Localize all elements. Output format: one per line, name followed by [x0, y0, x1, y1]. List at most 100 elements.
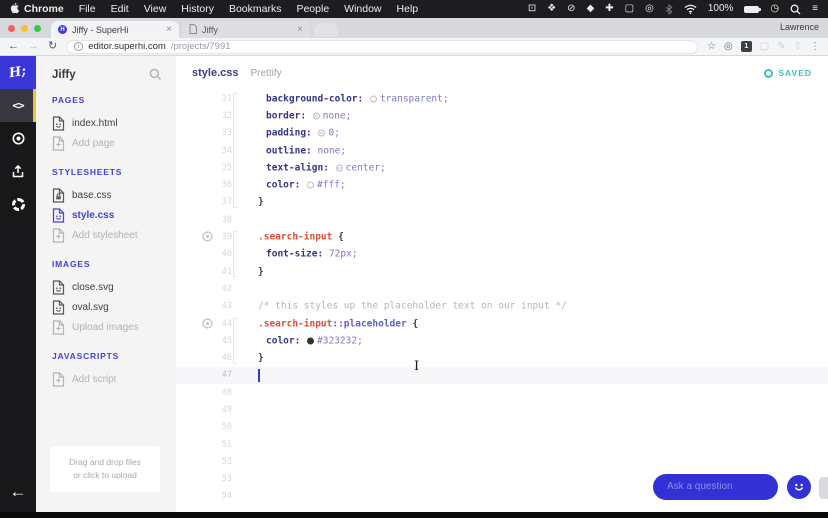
page-info-icon[interactable]: i: [74, 42, 84, 51]
widget-edge-tab[interactable]: [819, 477, 828, 499]
code-line[interactable]: 45 color: #323232;: [176, 332, 828, 349]
code-icon: <>: [12, 99, 24, 112]
code-line[interactable]: 48: [176, 384, 828, 401]
menu-dots-icon[interactable]: ⋮: [810, 41, 820, 52]
preview-button[interactable]: [0, 122, 36, 155]
display-icon[interactable]: ⊡: [528, 4, 536, 14]
code-line[interactable]: 51: [176, 436, 828, 453]
file-dropzone[interactable]: Drag and drop files or click to upload: [50, 446, 160, 492]
tab-title: Jiffy - SuperHi: [72, 24, 129, 35]
forward-icon[interactable]: →: [28, 41, 39, 52]
bluetooth-icon[interactable]: [665, 3, 673, 15]
new-tab-button[interactable]: [314, 23, 338, 37]
password-manager-icon[interactable]: 1: [740, 41, 752, 52]
reload-icon[interactable]: ↻: [48, 41, 57, 52]
code-line[interactable]: 40 font-size: 72px;: [176, 246, 828, 263]
extension-badge-icon[interactable]: ◎: [724, 41, 733, 52]
file-label: Upload images: [72, 321, 139, 333]
code-line-text: color: #fff;: [266, 179, 346, 191]
health-icon[interactable]: ✚: [605, 4, 613, 14]
menu-item-history[interactable]: History: [181, 3, 214, 15]
code-line[interactable]: 43 /* this styles up the placeholder text…: [176, 298, 828, 315]
open-file-tab[interactable]: style.css: [192, 67, 238, 79]
menu-item-chrome[interactable]: Chrome: [24, 3, 64, 15]
droplet-icon[interactable]: ◆: [587, 4, 595, 14]
code-line[interactable]: 41}: [176, 263, 828, 280]
upload-icon: [12, 164, 24, 178]
minimize-window-button[interactable]: [21, 24, 28, 32]
code-line[interactable]: 44 .search-input::placeholder {: [176, 315, 828, 332]
wifi-icon[interactable]: [684, 4, 697, 14]
bookmark-star-icon[interactable]: ☆: [707, 41, 716, 52]
menu-item-bookmarks[interactable]: Bookmarks: [229, 3, 282, 15]
record-icon[interactable]: ◎: [645, 4, 654, 14]
sidebar-item-add-stylesheet[interactable]: Add stylesheet: [52, 225, 176, 245]
sidebar-item-base-css[interactable]: base.css: [52, 185, 176, 205]
code-line[interactable]: 33 padding: 0;: [176, 125, 828, 142]
code-line[interactable]: 42: [176, 280, 828, 297]
line-number: 45: [221, 335, 232, 346]
sidebar-item-upload-images[interactable]: Upload images: [52, 317, 176, 337]
sidebar-item-oval-svg[interactable]: oval.svg: [52, 297, 176, 317]
sidebar-item-style-css[interactable]: style.css: [52, 205, 176, 225]
sidebar-item-add-script[interactable]: Add script: [52, 369, 176, 389]
back-icon[interactable]: ←: [8, 41, 19, 52]
sidebar-item-close-svg[interactable]: close.svg: [52, 277, 176, 297]
code-line[interactable]: 39 .search-input {: [176, 228, 828, 245]
tab-jiffy[interactable]: Jiffy ×: [182, 21, 310, 38]
code-line[interactable]: 32 border: none;: [176, 107, 828, 124]
section-header: JAVASCRIPTS: [52, 351, 120, 361]
spotlight-icon[interactable]: [790, 4, 801, 15]
close-tab-icon[interactable]: ×: [166, 24, 172, 35]
code-line[interactable]: 31 background-color: transparent;: [176, 90, 828, 107]
close-tab-icon[interactable]: ×: [297, 24, 303, 35]
publish-button[interactable]: [0, 155, 36, 188]
ask-question-input[interactable]: Ask a question: [653, 474, 778, 500]
menu-item-view[interactable]: View: [144, 3, 167, 15]
settings-button[interactable]: [0, 188, 36, 221]
battery-icon[interactable]: [744, 5, 762, 13]
dropbox-icon[interactable]: ❖: [547, 4, 556, 14]
code-line[interactable]: 36 color: #fff;: [176, 176, 828, 193]
code-area[interactable]: 31 background-color: transparent; 32 border…: [176, 90, 828, 505]
code-line-text: .search-input {: [258, 231, 344, 243]
extension-disabled-icon-2[interactable]: ✎: [777, 41, 785, 52]
code-line[interactable]: 49: [176, 401, 828, 418]
apple-menu-icon[interactable]: [10, 3, 20, 15]
menu-item-file[interactable]: File: [79, 3, 96, 15]
line-number: 31: [221, 93, 232, 104]
tab-jiffy-superhi[interactable]: H Jiffy - SuperHi ×: [51, 21, 179, 38]
notification-center-icon[interactable]: ≡: [812, 4, 818, 14]
back-arrow-button[interactable]: ←: [10, 482, 27, 502]
code-line[interactable]: 47: [176, 366, 828, 385]
code-line[interactable]: 37}: [176, 194, 828, 211]
code-line[interactable]: 38: [176, 211, 828, 228]
code-view-button[interactable]: <>: [0, 89, 36, 122]
code-line[interactable]: 52: [176, 453, 828, 470]
menu-item-help[interactable]: Help: [397, 3, 419, 15]
code-line[interactable]: 46}: [176, 349, 828, 366]
do-not-disturb-icon[interactable]: ⊘: [567, 4, 575, 14]
menu-item-people[interactable]: People: [296, 3, 329, 15]
search-icon[interactable]: [149, 68, 162, 81]
window-icon[interactable]: ▢: [625, 4, 634, 14]
line-number: 48: [221, 387, 232, 398]
menu-item-window[interactable]: Window: [344, 3, 381, 15]
close-window-button[interactable]: [8, 24, 15, 32]
battery-percent-label[interactable]: 100%: [708, 4, 734, 14]
code-line[interactable]: 34 outline: none;: [176, 142, 828, 159]
clock-icon[interactable]: ◷: [770, 4, 779, 14]
superhi-logo[interactable]: H;: [0, 56, 36, 89]
profile-name[interactable]: Lawrence: [780, 22, 819, 32]
address-bar[interactable]: i editor.superhi.com/projects/7991: [66, 39, 699, 54]
chat-smiley-button[interactable]: [787, 475, 811, 499]
code-line[interactable]: 35 text-align: center;: [176, 159, 828, 176]
sidebar-item-add-page[interactable]: Add page: [52, 133, 176, 153]
extension-disabled-icon-3[interactable]: ⇧: [794, 41, 802, 52]
prettify-button[interactable]: Prettify: [250, 68, 281, 79]
extension-disabled-icon-1[interactable]: ▢: [760, 41, 769, 52]
code-line[interactable]: 50: [176, 419, 828, 436]
sidebar-item-index-html[interactable]: index.html: [52, 113, 176, 133]
zoom-window-button[interactable]: [34, 24, 41, 32]
menu-item-edit[interactable]: Edit: [111, 3, 129, 15]
